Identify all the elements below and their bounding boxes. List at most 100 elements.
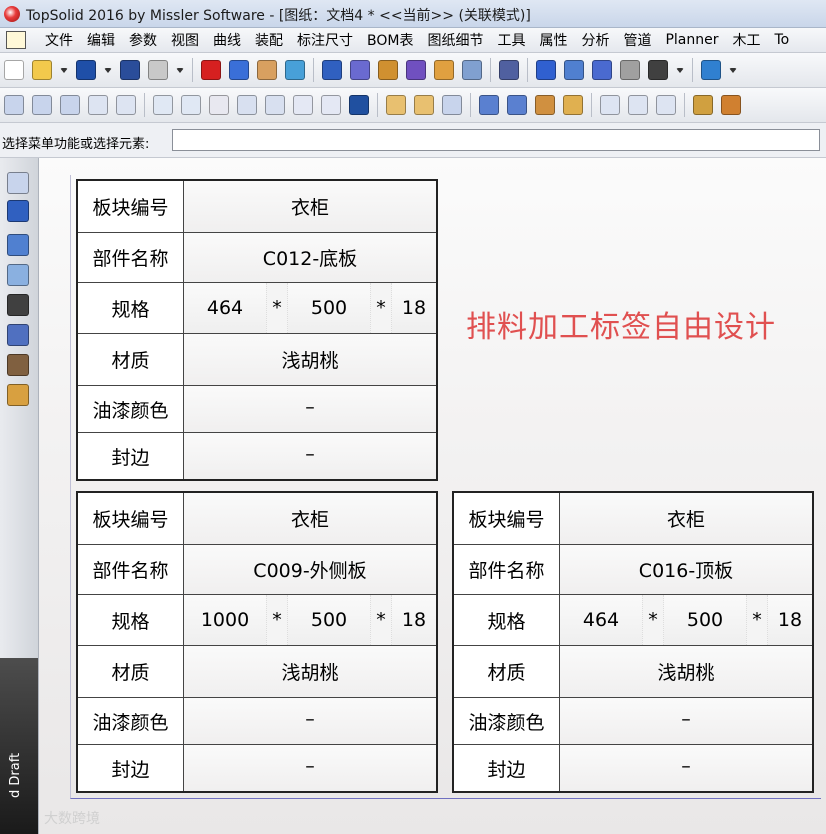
section-view-icon <box>237 95 257 115</box>
open-folder-button[interactable] <box>31 59 53 81</box>
delete-button[interactable] <box>200 59 222 81</box>
pattern-view-button[interactable] <box>692 94 714 116</box>
view-box-button[interactable] <box>599 94 621 116</box>
grid-view-button[interactable] <box>152 94 174 116</box>
colored-view-button[interactable] <box>562 94 584 116</box>
view-box-button[interactable] <box>655 94 677 116</box>
hook-button[interactable] <box>619 59 641 81</box>
menu-parameters[interactable]: 参数 <box>122 30 164 50</box>
label-row: 板块编号 衣柜 <box>454 493 812 544</box>
menu-bom[interactable]: BOM表 <box>360 30 420 50</box>
text-tool[interactable] <box>5 262 31 288</box>
menu-curves[interactable]: 曲线 <box>206 30 248 50</box>
magnet-button[interactable] <box>321 59 343 81</box>
pliers-button[interactable] <box>405 59 427 81</box>
dropdown-arrow-button[interactable] <box>175 59 185 81</box>
signature-button[interactable] <box>647 59 669 81</box>
curve-check-button[interactable] <box>535 59 557 81</box>
menu-planner[interactable]: Planner <box>658 32 725 48</box>
save-button[interactable] <box>75 59 97 81</box>
document-menu-icon[interactable] <box>6 31 26 49</box>
blue-view-button[interactable] <box>506 94 528 116</box>
edit-icon <box>7 200 29 222</box>
menu-assembly[interactable]: 装配 <box>248 30 290 50</box>
field-label: 封边 <box>78 433 184 479</box>
dropdown-arrow-button[interactable] <box>728 59 738 81</box>
processing-label-1[interactable]: 板块编号 衣柜 部件名称 C012-底板 规格 464 * 500 * 18 材质 浅胡桃 油漆颜色 – 封… <box>76 179 438 481</box>
stamp-view-button[interactable] <box>208 94 230 116</box>
colored-view-icon <box>535 95 555 115</box>
branch-button[interactable] <box>498 59 520 81</box>
app-logo-icon[interactable] <box>4 6 20 22</box>
times-symbol: * <box>266 595 288 645</box>
view-box-button[interactable] <box>3 94 25 116</box>
field-label: 封边 <box>454 745 560 791</box>
print-button[interactable] <box>147 59 169 81</box>
pattern-view-button[interactable] <box>720 94 742 116</box>
select-tool[interactable] <box>5 170 31 196</box>
menu-woodwork[interactable]: 木工 <box>726 30 768 50</box>
cube-refresh-button[interactable] <box>284 59 306 81</box>
processing-label-2[interactable]: 板块编号 衣柜 部件名称 C009-外侧板 规格 1000 * 500 * 18 材质 浅胡桃 油漆颜色… <box>76 491 438 793</box>
menu-dimension[interactable]: 标注尺寸 <box>290 30 360 50</box>
view-box-button[interactable] <box>59 94 81 116</box>
grid-view-button[interactable] <box>180 94 202 116</box>
dropdown-arrow-button[interactable] <box>59 59 69 81</box>
edit-tool[interactable] <box>5 198 31 224</box>
zoom-button[interactable] <box>700 59 722 81</box>
menu-properties[interactable]: 属性 <box>532 30 574 50</box>
colored-view-button[interactable] <box>534 94 556 116</box>
hammer-button[interactable] <box>377 59 399 81</box>
table-tool[interactable] <box>5 292 31 318</box>
info-button[interactable] <box>119 59 141 81</box>
image-tool[interactable] <box>5 322 31 348</box>
field-value: – <box>184 386 436 432</box>
small-view-button[interactable] <box>441 94 463 116</box>
dimension-tool[interactable] <box>5 232 31 258</box>
menu-tools[interactable]: 工具 <box>490 30 532 50</box>
section-view-button[interactable] <box>236 94 258 116</box>
menu-view[interactable]: 视图 <box>164 30 206 50</box>
new-file-button[interactable] <box>3 59 25 81</box>
box-icon <box>7 384 29 406</box>
cross-lines-button[interactable] <box>563 59 585 81</box>
main-toolbar <box>0 53 826 88</box>
menu-analysis[interactable]: 分析 <box>574 30 616 50</box>
bars-button[interactable] <box>591 59 613 81</box>
thickness-value: 18 <box>392 595 436 645</box>
view-box-button[interactable] <box>31 94 53 116</box>
box-tool[interactable] <box>5 382 31 408</box>
pencil-view-button[interactable] <box>413 94 435 116</box>
undo-button[interactable] <box>228 59 250 81</box>
dropdown-arrow-button[interactable] <box>675 59 685 81</box>
wrench-button[interactable] <box>433 59 455 81</box>
menu-edit[interactable]: 编辑 <box>80 30 122 50</box>
view-box-button[interactable] <box>627 94 649 116</box>
number-view-button[interactable] <box>320 94 342 116</box>
blue-view-button[interactable] <box>478 94 500 116</box>
menu-more[interactable]: To <box>768 32 797 48</box>
processing-label-3[interactable]: 板块编号 衣柜 部件名称 C016-顶板 规格 464 * 500 * 18 材质 浅胡桃 油漆颜色 – 封… <box>452 491 814 793</box>
toolbar-separator <box>144 93 145 117</box>
hinge-tool[interactable] <box>5 352 31 378</box>
sliders-button[interactable] <box>349 59 371 81</box>
menu-file[interactable]: 文件 <box>38 30 80 50</box>
number-view-button[interactable] <box>292 94 314 116</box>
pencil-view-button[interactable] <box>385 94 407 116</box>
label-row: 部件名称 C016-顶板 <box>454 544 812 594</box>
command-input[interactable] <box>172 129 820 151</box>
field-label: 板块编号 <box>454 493 560 544</box>
width-value: 500 <box>664 595 746 645</box>
dropdown-arrow-button[interactable] <box>103 59 113 81</box>
menu-pipes[interactable]: 管道 <box>616 30 658 50</box>
view-angle-button[interactable] <box>87 94 109 116</box>
view-select-button[interactable] <box>115 94 137 116</box>
sad-face-button[interactable] <box>461 59 483 81</box>
watermark-text: 大数跨境 <box>44 811 100 827</box>
frame-view-button[interactable] <box>348 94 370 116</box>
dropdown-arrow-icon <box>676 67 684 73</box>
detail-view-button[interactable] <box>264 94 286 116</box>
pliers-icon <box>406 60 426 80</box>
menu-drawing-details[interactable]: 图纸细节 <box>420 30 490 50</box>
eraser-button[interactable] <box>256 59 278 81</box>
